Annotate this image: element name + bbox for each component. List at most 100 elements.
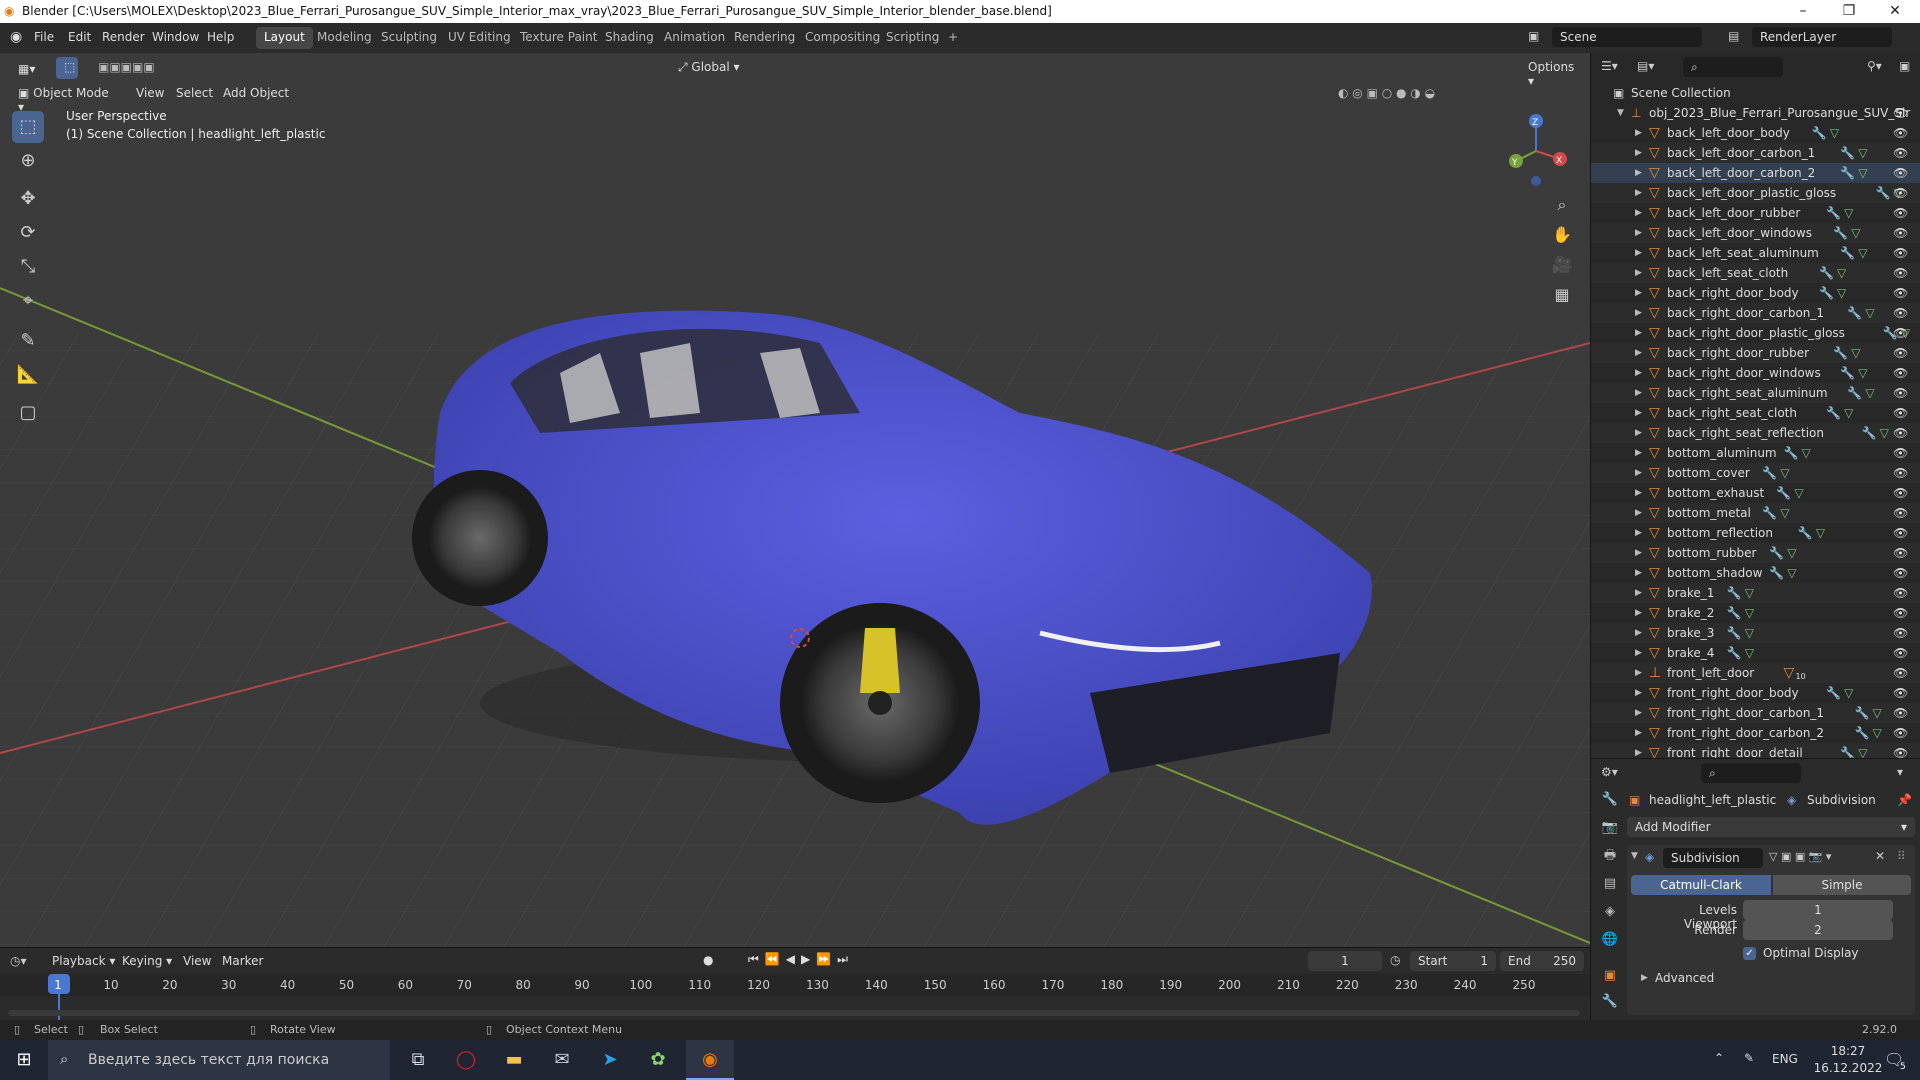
mesh-data-icon[interactable]: ▽: [1858, 363, 1867, 383]
outliner-item[interactable]: ▶ ▽ brake_2 🔧 ▽ 👁: [1591, 603, 1920, 623]
expand-triangle-icon[interactable]: ▶: [1635, 623, 1642, 643]
expand-triangle-icon[interactable]: ▶: [1635, 343, 1642, 363]
outliner-item[interactable]: ▶ ▽ bottom_rubber 🔧 ▽ 👁: [1591, 543, 1920, 563]
eye-icon[interactable]: 👁: [1893, 543, 1908, 563]
add-cube-tool[interactable]: ▢: [12, 397, 44, 429]
tab-compositing[interactable]: Compositing: [797, 27, 888, 49]
output-tab-icon[interactable]: 🖶: [1599, 845, 1621, 867]
outliner-item[interactable]: ▶ ▽ brake_3 🔧 ▽ 👁: [1591, 623, 1920, 643]
blender-taskbar-icon[interactable]: ◉: [686, 1040, 734, 1080]
expand-triangle-icon[interactable]: ▶: [1635, 303, 1642, 323]
mesh-data-icon[interactable]: ▽: [1787, 563, 1796, 583]
eye-icon[interactable]: 👁: [1893, 563, 1908, 583]
modifier-wrench-icon[interactable]: 🔧: [1862, 423, 1877, 443]
outliner-editor-icon[interactable]: ☰▾: [1601, 59, 1618, 73]
outliner-item[interactable]: ▶ ▽ back_left_door_carbon_2 🔧 ▽ 👁: [1591, 163, 1920, 183]
eye-icon[interactable]: 👁: [1893, 283, 1908, 303]
modifier-wrench-icon[interactable]: 🔧: [1776, 483, 1791, 503]
view-layer-field[interactable]: RenderLayer: [1752, 27, 1892, 47]
expand-triangle-icon[interactable]: ▶: [1635, 283, 1642, 303]
object-tab-icon[interactable]: ▣: [1599, 965, 1621, 987]
tab-layout[interactable]: Layout: [256, 27, 313, 49]
mesh-data-icon[interactable]: ▽: [1830, 123, 1839, 143]
outliner-collection-row[interactable]: ▼ ⊥ obj_2023_Blue_Ferrari_Purosangue_SUV…: [1591, 103, 1920, 123]
expand-triangle-icon[interactable]: ▶: [1635, 363, 1642, 383]
outliner-item[interactable]: ▶ ▽ back_right_door_plastic_gloss 🔧 ▽ 👁: [1591, 323, 1920, 343]
modifier-wrench-icon[interactable]: 🔧: [1840, 163, 1855, 183]
viewport-menu-view[interactable]: View: [128, 83, 172, 105]
eye-icon[interactable]: 👁: [1893, 483, 1908, 503]
telegram-app-icon[interactable]: ➤: [586, 1040, 634, 1080]
rotate-tool[interactable]: ⟳: [12, 217, 44, 249]
mesh-data-icon[interactable]: ▽: [1873, 723, 1882, 743]
maximize-button[interactable]: ❐: [1826, 0, 1872, 23]
outliner-item[interactable]: ▶ ▽ back_right_door_carbon_1 🔧 ▽ 👁: [1591, 303, 1920, 323]
mesh-data-icon[interactable]: ▽: [1858, 243, 1867, 263]
3d-viewport[interactable]: ▦▾ ⬚ ▣▣▣▣▣ ⤢ Global ▾ Options ▾ ▣ Object…: [0, 53, 1590, 947]
mesh-data-icon[interactable]: ▽: [1780, 463, 1789, 483]
outliner-item[interactable]: ▶ ▽ back_right_seat_aluminum 🔧 ▽ 👁: [1591, 383, 1920, 403]
outliner-item[interactable]: ▶ ▽ bottom_metal 🔧 ▽ 👁: [1591, 503, 1920, 523]
mesh-data-icon[interactable]: ▽: [1787, 543, 1796, 563]
outliner-item[interactable]: ▶ ▽ back_right_door_rubber 🔧 ▽ 👁: [1591, 343, 1920, 363]
zoom-icon[interactable]: ⌕: [1548, 191, 1576, 219]
eye-icon[interactable]: 👁: [1893, 443, 1908, 463]
render-levels-field[interactable]: 2: [1743, 920, 1893, 940]
new-collection-icon[interactable]: ▣: [1899, 59, 1910, 73]
outliner-item[interactable]: ▶ ▽ back_left_seat_cloth 🔧 ▽ 👁: [1591, 263, 1920, 283]
eye-icon[interactable]: 👁: [1893, 143, 1908, 163]
mesh-data-icon[interactable]: ▽: [1865, 303, 1874, 323]
modifier-wrench-icon[interactable]: 🔧: [1812, 123, 1827, 143]
outliner-item[interactable]: ▶ ▽ back_right_door_body 🔧 ▽ 👁: [1591, 283, 1920, 303]
expand-triangle-icon[interactable]: ▶: [1635, 703, 1642, 723]
modifier-wrench-icon[interactable]: 🔧: [1819, 263, 1834, 283]
selection-mode-icons[interactable]: ▣▣▣▣▣: [90, 57, 186, 79]
menu-window[interactable]: Window: [152, 30, 199, 44]
modifier-wrench-icon[interactable]: 🔧: [1769, 563, 1784, 583]
collapse-triangle-icon[interactable]: ▼: [1617, 103, 1624, 123]
modifier-wrench-icon[interactable]: 🔧: [1833, 223, 1848, 243]
eye-icon[interactable]: 👁: [1893, 403, 1908, 423]
expand-triangle-icon[interactable]: ▶: [1635, 603, 1642, 623]
expand-triangle-icon[interactable]: ▶: [1635, 483, 1642, 503]
levels-viewport-field[interactable]: 1: [1743, 900, 1893, 920]
mesh-data-icon[interactable]: ▽: [1745, 643, 1754, 663]
mail-app-icon[interactable]: ✉: [538, 1040, 586, 1080]
outliner-search-input[interactable]: ⌕: [1683, 57, 1783, 77]
outliner-item[interactable]: ▶ ▽ back_left_door_rubber 🔧 ▽ 👁: [1591, 203, 1920, 223]
modifier-wrench-icon[interactable]: 🔧: [1840, 243, 1855, 263]
menu-file[interactable]: File: [34, 30, 54, 44]
render-tab-icon[interactable]: 📷: [1599, 817, 1621, 839]
properties-options-icon[interactable]: ▾: [1897, 765, 1903, 779]
mesh-data-icon[interactable]: ▽: [1745, 623, 1754, 643]
eye-icon[interactable]: 👁: [1893, 663, 1908, 683]
mesh-data-icon[interactable]: ▽: [1745, 583, 1754, 603]
mesh-data-icon[interactable]: ▽: [1844, 683, 1853, 703]
panel-collapse-icon[interactable]: ▼: [1631, 851, 1638, 861]
mesh-data-icon[interactable]: ▽: [1780, 503, 1789, 523]
navigation-gizmo[interactable]: Z X Y: [1496, 109, 1576, 189]
expand-triangle-icon[interactable]: ▶: [1635, 223, 1642, 243]
eye-icon[interactable]: 👁: [1893, 383, 1908, 403]
expand-triangle-icon[interactable]: ▶: [1635, 523, 1642, 543]
modifier-visibility-icons[interactable]: ▽ ▣ ▣ 📷 ▾: [1769, 850, 1831, 863]
eye-icon[interactable]: 👁: [1893, 463, 1908, 483]
eye-icon[interactable]: 👁: [1893, 583, 1908, 603]
eye-icon[interactable]: 👁: [1893, 623, 1908, 643]
outliner-item[interactable]: ▶ ▽ back_right_seat_reflection 🔧 ▽ 👁: [1591, 423, 1920, 443]
properties-editor-icon[interactable]: ⚙▾: [1601, 765, 1618, 779]
menu-edit[interactable]: Edit: [68, 30, 91, 44]
clock-time[interactable]: 18:27: [1818, 1044, 1878, 1058]
eye-icon[interactable]: 👁: [1893, 303, 1908, 323]
eye-icon[interactable]: 👁: [1893, 323, 1908, 343]
close-button[interactable]: ✕: [1872, 0, 1918, 23]
modifier-wrench-icon[interactable]: 🔧: [1826, 403, 1841, 423]
mesh-data-icon[interactable]: ▽: [1851, 223, 1860, 243]
modifier-wrench-icon[interactable]: 🔧: [1840, 363, 1855, 383]
outliner-root-row[interactable]: ▣ Scene Collection: [1591, 83, 1920, 103]
modifier-wrench-icon[interactable]: 🔧: [1762, 463, 1777, 483]
outliner-item[interactable]: ▶ ▽ back_left_door_carbon_1 🔧 ▽ 👁: [1591, 143, 1920, 163]
expand-triangle-icon[interactable]: ▶: [1635, 163, 1642, 183]
outliner-item[interactable]: ▶ ▽ brake_4 🔧 ▽ 👁: [1591, 643, 1920, 663]
modifier-wrench-icon[interactable]: 🔧: [1840, 143, 1855, 163]
